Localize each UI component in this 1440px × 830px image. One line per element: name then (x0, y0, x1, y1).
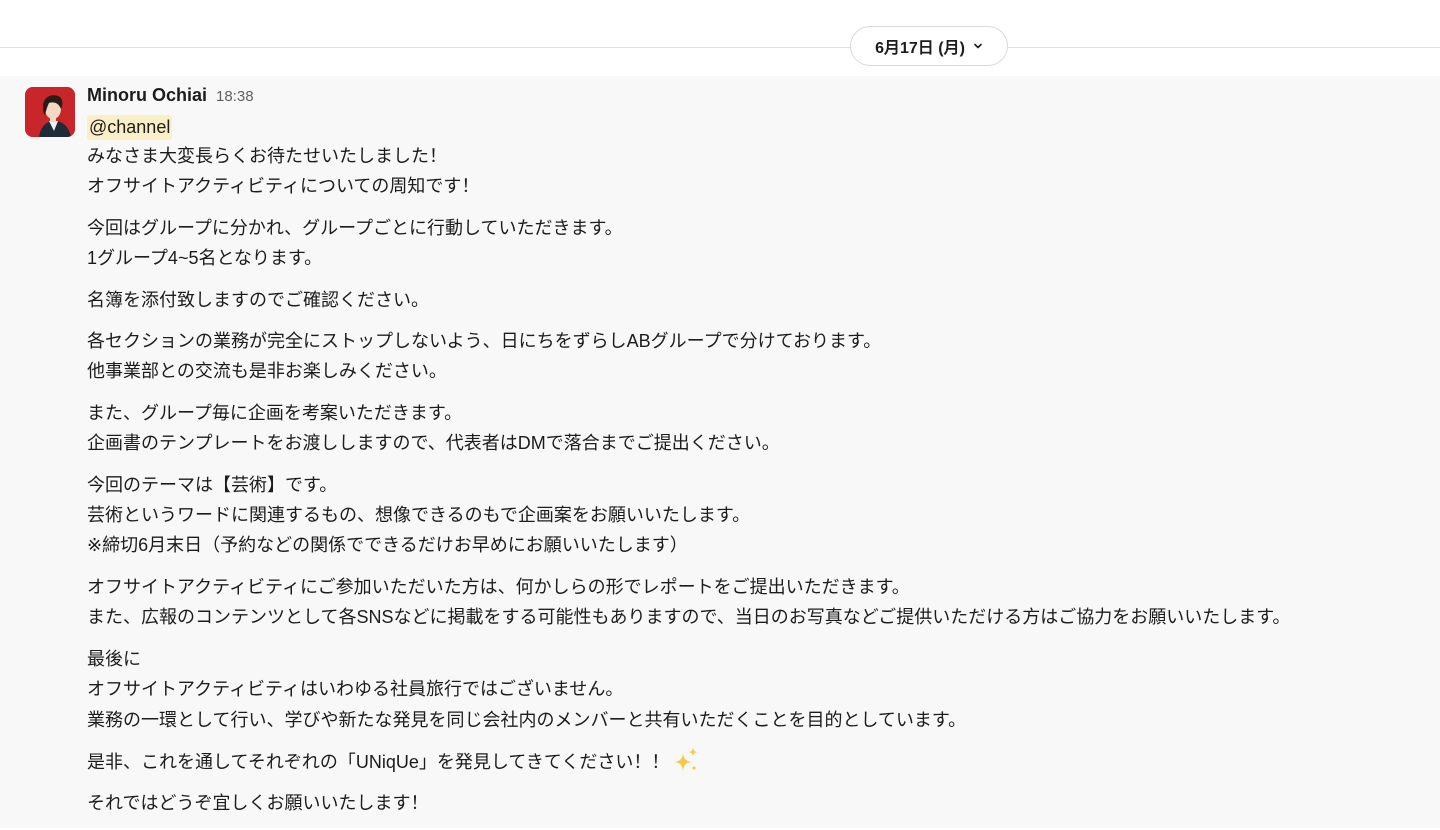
divider-line (0, 47, 1440, 48)
message-paragraph: 各セクションの業務が完全にストップしないよう、日にちをずらしABグループで分けて… (87, 326, 1417, 387)
message-body: みなさま大変長らくお待たせいたしました！ オフサイトアクティビティについての周知で… (87, 141, 1417, 819)
message-line: 業務の一環として行い、学びや新たな発見を同じ会社内のメンバーと共有いただくことを… (87, 709, 967, 730)
message-line: ※締切6月末日（予約などの関係でできるだけお早めにお願いいたします） (87, 535, 688, 556)
sparkles-icon (673, 746, 699, 772)
message-paragraph: みなさま大変長らくお待たせいたしました！ オフサイトアクティビティについての周知で… (87, 141, 1417, 202)
message-line: 各セクションの業務が完全にストップしないよう、日にちをずらしABグループで分けて… (87, 331, 882, 352)
date-label: 6月17日 (月) (875, 40, 965, 57)
message-line: 芸術というワードに関連するもの、想像できるのもで企画案をお願いいたします。 (87, 505, 751, 526)
message: Minoru Ochiai 18:38 @channel みなさま大変長らくお待… (0, 76, 1440, 828)
message-line: 他事業部との交流も是非お楽しみください。 (87, 361, 447, 382)
message-line: オフサイトアクティビティはいわゆる社員旅行ではございません。 (87, 679, 624, 700)
message-line: また、グループ毎に企画を考案いただきます。 (87, 402, 463, 423)
message-line: 企画書のテンプレートをお渡ししますので、代表者はDMで落合までご提出ください。 (87, 433, 780, 454)
message-content: Minoru Ochiai 18:38 @channel みなさま大変長らくお待… (87, 85, 1417, 830)
message-paragraph: オフサイトアクティビティにご参加いただいた方は、何かしらの形でレポートをご提出い… (87, 572, 1417, 633)
message-line: オフサイトアクティビティについての周知です！ (87, 176, 480, 197)
message-line: また、広報のコンテンツとして各SNSなどに掲載をする可能性もありますので、当日の… (87, 607, 1291, 628)
message-line: 1グループ4~5名となります。 (87, 248, 323, 269)
message-line: 今回はグループに分かれ、グループごとに行動していただきます。 (87, 217, 623, 238)
avatar[interactable] (25, 87, 75, 137)
message-line: 最後に (87, 648, 141, 669)
message-paragraph: 今回のテーマは【芸術】です。芸術というワードに関連するもの、想像できるのもで企画… (87, 470, 1417, 561)
date-divider: 6月17日 (月) (0, 0, 1440, 76)
message-line: 是非、これを通してそれぞれの「UNiqUe」を発見してきてください！！ (87, 746, 1417, 777)
message-paragraph: 名簿を添付致しますのでご確認ください。 (87, 285, 1417, 315)
message-paragraph: それではどうぞ宜しくお願いいたします！ (87, 788, 1417, 818)
message-line: 今回のテーマは【芸術】です。 (87, 474, 338, 495)
avatar-illustration (25, 87, 75, 137)
message-paragraph: 最後にオフサイトアクティビティはいわゆる社員旅行ではございません。業務の一環とし… (87, 644, 1417, 735)
message-paragraph: 是非、これを通してそれぞれの「UNiqUe」を発見してきてください！！ (87, 746, 1417, 777)
timestamp[interactable]: 18:38 (216, 88, 254, 105)
sender-name[interactable]: Minoru Ochiai (87, 85, 207, 106)
date-jump-button[interactable]: 6月17日 (月) (850, 26, 1008, 66)
message-line: オフサイトアクティビティにご参加いただいた方は、何かしらの形でレポートをご提出い… (87, 576, 910, 597)
message-line: みなさま大変長らくお待たせいたしました！ (87, 146, 447, 166)
channel-mention[interactable]: @channel (87, 115, 173, 140)
message-paragraph: また、グループ毎に企画を考案いただきます。企画書のテンプレートをお渡ししますので… (87, 398, 1417, 459)
message-line: それではどうぞ宜しくお願いいたします！ (87, 793, 429, 814)
chevron-down-icon (974, 43, 982, 49)
message-header: Minoru Ochiai 18:38 (87, 85, 1417, 109)
message-paragraph: 今回はグループに分かれ、グループごとに行動していただきます。 1グループ4~5名と… (87, 213, 1417, 274)
message-line: 名簿を添付致しますのでご確認ください。 (87, 289, 429, 310)
